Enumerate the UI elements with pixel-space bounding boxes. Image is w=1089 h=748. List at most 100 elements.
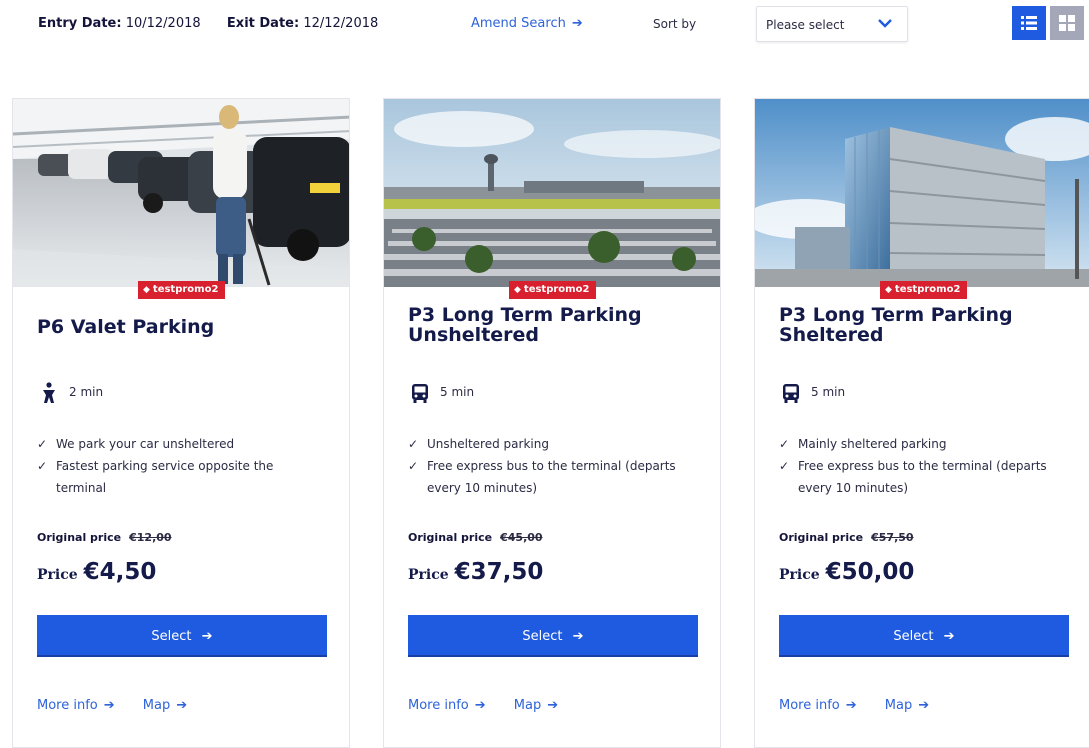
checkmark-icon: ✓ [408,459,419,473]
price-label: Price [37,567,78,583]
checkmark-icon: ✓ [779,437,790,451]
original-price-value: €12,00 [129,531,172,544]
feature-text: We park your car unsheltered [56,437,235,451]
price-value: €4,50 [83,559,157,585]
checkmark-icon: ✓ [37,459,48,473]
parking-title: P3 Long Term Parking Sheltered [779,304,1013,346]
card-links: More info ➔ Map ➔ [779,698,953,713]
card-links: More info ➔ Map ➔ [37,698,211,713]
price: Price €37,50 [408,559,543,585]
price: Price €4,50 [37,559,156,585]
more-info-label: More info [37,698,98,713]
more-info-link[interactable]: More info ➔ [779,698,857,713]
tag-icon: ◆ [143,285,150,295]
more-info-link[interactable]: More info ➔ [37,698,115,713]
feature-item: ✓ Free express bus to the terminal (depar… [408,455,698,499]
feature-text: Unsheltered parking [427,437,549,451]
arrow-right-icon: ➔ [474,698,486,713]
select-button[interactable]: Select ➔ [408,615,698,657]
grid-view-button[interactable] [1050,6,1084,40]
price-value: €37,50 [454,559,544,585]
select-button[interactable]: Select ➔ [779,615,1069,657]
checkmark-icon: ✓ [408,437,419,451]
promo-code: testpromo2 [152,284,219,295]
original-price: Original price €12,00 [37,531,172,544]
map-link[interactable]: Map ➔ [143,698,187,713]
parking-photo [755,99,1089,287]
promo-badge: ◆ testpromo2 [509,281,597,299]
price-label: Price [408,567,449,583]
select-button[interactable]: Select ➔ [37,615,327,657]
feature-list: ✓ We park your car unsheltered ✓ Fastest p… [37,433,327,499]
entry-date-label: Entry Date: [38,16,122,31]
select-label: Select [151,628,192,644]
promo-badge: ◆ testpromo2 [138,281,226,299]
original-price-label: Original price [408,531,493,544]
price-value: €50,00 [825,559,915,585]
transfer-time-text: 2 min [69,385,104,399]
arrow-right-icon: ➔ [176,698,188,713]
sort-by-label: Sort by [653,17,697,31]
price-label: Price [779,567,820,583]
map-link[interactable]: Map ➔ [885,698,929,713]
parking-title: P3 Long Term Parking Unsheltered [408,304,642,346]
amend-search-link[interactable]: Amend Search ➔ [471,16,583,31]
checkmark-icon: ✓ [779,459,790,473]
select-label: Select [893,628,934,644]
bus-icon [783,384,799,403]
arrow-right-icon: ➔ [547,698,559,713]
promo-badge: ◆ testpromo2 [880,281,968,299]
sort-select[interactable]: Please select [756,6,908,42]
feature-text: Free express bus to the terminal (depart… [427,459,676,495]
arrow-right-icon: ➔ [845,698,857,713]
chevron-down-icon [878,19,892,28]
arrow-right-icon: ➔ [201,628,213,644]
promo-code: testpromo2 [523,284,590,295]
amend-search-label: Amend Search [471,16,566,31]
feature-item: ✓ We park your car unsheltered [37,433,327,455]
sort-select-value: Please select [766,18,845,32]
arrow-right-icon: ➔ [943,628,955,644]
parking-photo [13,99,349,287]
list-view-button[interactable] [1012,6,1046,40]
feature-item: ✓ Unsheltered parking [408,433,698,455]
arrow-right-icon: ➔ [571,16,583,31]
parking-card-p6-valet: ◆ testpromo2 P6 Valet Parking 2 min ✓ We p… [12,98,350,748]
entry-date-value: 10/12/2018 [125,16,201,31]
original-price-label: Original price [779,531,864,544]
tag-icon: ◆ [885,285,892,295]
map-label: Map [884,698,913,713]
arrow-right-icon: ➔ [918,698,930,713]
map-label: Map [142,698,171,713]
grid-view-icon [1059,15,1075,31]
more-info-label: More info [779,698,840,713]
card-links: More info ➔ Map ➔ [408,698,582,713]
feature-list: ✓ Unsheltered parking ✓ Free express bus t… [408,433,698,499]
list-view-icon [1021,16,1037,30]
feature-item: ✓ Fastest parking service opposite the te… [37,455,327,499]
map-link[interactable]: Map ➔ [514,698,558,713]
feature-list: ✓ Mainly sheltered parking ✓ Free express … [779,433,1069,499]
feature-item: ✓ Mainly sheltered parking [779,433,1069,455]
exit-date-label: Exit Date: [226,16,300,31]
checkmark-icon: ✓ [37,437,48,451]
more-info-link[interactable]: More info ➔ [408,698,486,713]
tag-icon: ◆ [514,285,521,295]
arrow-right-icon: ➔ [103,698,115,713]
parking-card-p3-sheltered: ◆ testpromo2 P3 Long Term Parking Shelter… [754,98,1089,748]
parking-card-p3-unsheltered: ◆ testpromo2 P3 Long Term Parking Unshelt… [383,98,721,748]
original-price-value: €45,00 [500,531,543,544]
date-summary: Entry Date: 10/12/2018 Exit Date: 12/12/… [38,16,378,31]
price: Price €50,00 [779,559,914,585]
feature-item: ✓ Free express bus to the terminal (depar… [779,455,1069,499]
parking-photo [384,99,720,287]
promo-code: testpromo2 [894,284,961,295]
bus-icon [412,384,428,403]
original-price: Original price €57,50 [779,531,914,544]
select-label: Select [522,628,563,644]
feature-text: Free express bus to the terminal (depart… [798,459,1047,495]
transfer-time-text: 5 min [811,385,846,399]
parking-title: P6 Valet Parking [37,316,215,338]
feature-text: Fastest parking service opposite the ter… [56,459,274,495]
exit-date-value: 12/12/2018 [303,16,379,31]
